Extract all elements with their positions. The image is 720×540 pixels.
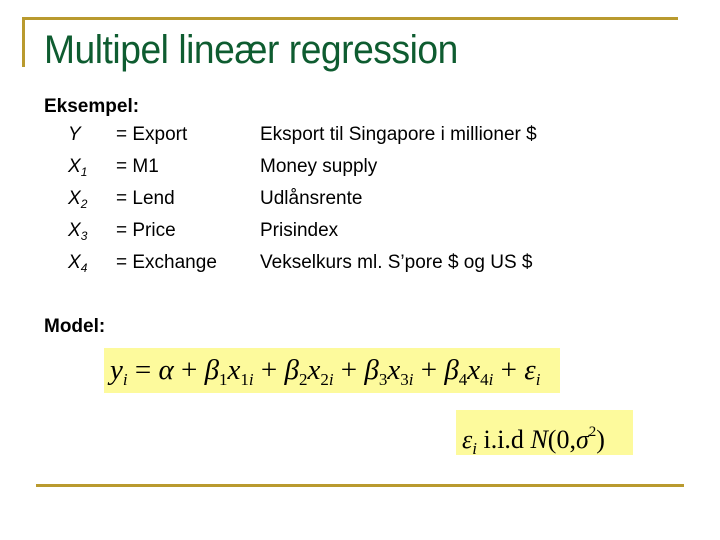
variable-name: = M1 bbox=[116, 156, 159, 177]
left-rule bbox=[22, 17, 25, 67]
variable-symbol: X2 bbox=[68, 188, 88, 211]
variable-symbol: Y bbox=[68, 124, 81, 145]
model-heading: Model: bbox=[44, 316, 106, 337]
error-distribution-formula: εi i.i.d N(0,σ2) bbox=[456, 410, 633, 458]
top-rule bbox=[22, 17, 678, 20]
variable-symbol: X1 bbox=[68, 156, 88, 179]
variable-name: = Lend bbox=[116, 188, 175, 209]
model-formula: yi = α + β1x1i + β2x2i + β3x3i + β4x4i +… bbox=[104, 348, 560, 393]
variable-symbol: X3 bbox=[68, 220, 88, 243]
variable-description: Eksport til Singapore i millioner $ bbox=[260, 124, 537, 145]
variable-description: Money supply bbox=[260, 156, 378, 177]
variable-description: Udlånsrente bbox=[260, 188, 363, 209]
variable-name: = Export bbox=[116, 124, 188, 145]
variable-description: Vekselkurs ml. S’pore $ og US $ bbox=[260, 252, 533, 273]
variable-name: = Price bbox=[116, 220, 176, 241]
variable-description: Prisindex bbox=[260, 220, 339, 241]
slide-title: Multipel lineær regression bbox=[44, 28, 458, 72]
bottom-rule bbox=[36, 484, 684, 487]
example-heading: Eksempel: bbox=[44, 96, 140, 117]
variable-name: = Exchange bbox=[116, 252, 217, 273]
variable-symbol: X4 bbox=[68, 252, 88, 275]
